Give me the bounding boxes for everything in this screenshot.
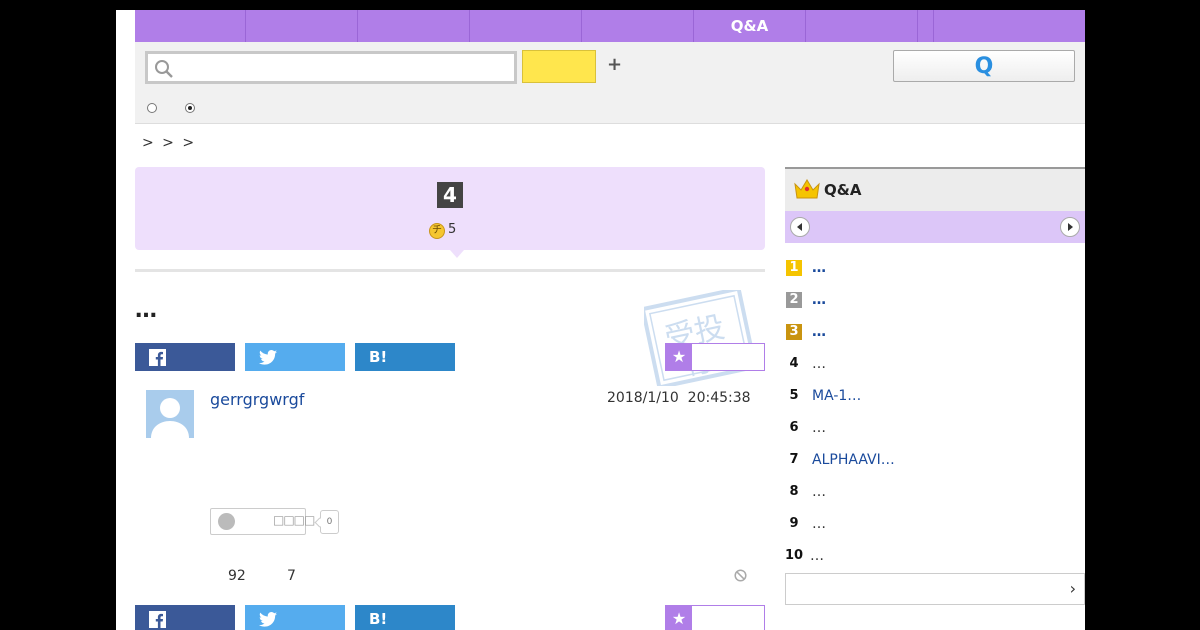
- hatena-bookmark-button-bottom[interactable]: B!: [355, 605, 455, 630]
- username-link[interactable]: gerrgrgwrgf: [210, 390, 304, 409]
- star-icon: ★: [666, 344, 692, 370]
- ranking-pager: [785, 211, 1085, 243]
- ranking-link[interactable]: …: [812, 356, 826, 372]
- ranking-item[interactable]: 9 …: [786, 514, 826, 534]
- ranking-link[interactable]: …: [812, 260, 826, 276]
- question-header: 4 チ 5: [135, 167, 765, 250]
- favorite-button-bottom[interactable]: ★: [665, 605, 765, 630]
- facebook-share-button-bottom[interactable]: [135, 605, 235, 630]
- top-nav: Q&A: [135, 10, 1085, 42]
- breadcrumb: > > >: [142, 135, 197, 151]
- reaction-button[interactable]: □□□□: [210, 508, 315, 535]
- divider: [135, 269, 765, 272]
- ranking-link[interactable]: …: [812, 420, 826, 436]
- ranking-link[interactable]: MA-1…: [812, 388, 861, 404]
- rank-number: 7: [789, 452, 799, 467]
- question-title: …: [135, 298, 157, 323]
- coin-icon: チ: [429, 223, 445, 239]
- ranking-link[interactable]: …: [812, 484, 826, 500]
- hatena-bookmark-button[interactable]: B!: [355, 343, 455, 371]
- ranking-link[interactable]: ALPHAAVI…: [812, 452, 895, 468]
- post-date: 2018/1/10 20:45:38: [607, 390, 751, 406]
- other-count: 7: [287, 568, 296, 584]
- favorite-button[interactable]: ★: [665, 343, 765, 371]
- twitter-icon: [259, 349, 277, 365]
- ranking-more-button[interactable]: ›: [785, 573, 1085, 605]
- ranking-link[interactable]: …: [812, 292, 826, 308]
- hatena-label: B!: [369, 348, 388, 366]
- rank-number: 4: [789, 356, 799, 371]
- search-button[interactable]: [522, 50, 596, 83]
- search-input[interactable]: [178, 56, 508, 80]
- nav-item-4[interactable]: [470, 10, 582, 42]
- reaction-label: □□□□: [273, 513, 315, 527]
- nav-item-5[interactable]: [582, 10, 694, 42]
- stamp-icon: 受投 付: [640, 286, 758, 390]
- reaction-count: 0: [320, 510, 339, 534]
- search-icon: [154, 59, 174, 83]
- ranking-link[interactable]: …: [812, 516, 826, 532]
- twitter-icon: [259, 611, 277, 627]
- ranking-item[interactable]: 5 MA-1…: [786, 386, 861, 406]
- nav-item-3[interactable]: [358, 10, 470, 42]
- nav-item-9[interactable]: [934, 10, 1085, 42]
- rank-number: 2: [786, 292, 802, 308]
- search-box[interactable]: [145, 51, 517, 84]
- coin-value: 5: [448, 222, 457, 237]
- report-icon[interactable]: [734, 567, 747, 586]
- search-options-toggle[interactable]: +: [607, 54, 622, 75]
- star-icon: ★: [666, 606, 692, 630]
- nav-item-qa[interactable]: Q&A: [694, 10, 806, 42]
- crown-icon: [794, 178, 820, 204]
- nav-item-1[interactable]: [135, 10, 246, 42]
- ranking-link[interactable]: …: [812, 324, 826, 340]
- rank-number: 6: [789, 420, 799, 435]
- twitter-share-button-bottom[interactable]: [245, 605, 345, 630]
- twitter-share-button[interactable]: [245, 343, 345, 371]
- ranking-link[interactable]: …: [810, 548, 824, 564]
- nav-item-2[interactable]: [246, 10, 358, 42]
- ranking-item[interactable]: 8 …: [786, 482, 826, 502]
- ranking-item[interactable]: 4 …: [786, 354, 826, 374]
- chevron-right-icon: ›: [1069, 579, 1076, 598]
- rank-number: 8: [789, 484, 799, 499]
- ranking-item[interactable]: 3 …: [786, 322, 826, 342]
- ranking-item[interactable]: 10 …: [784, 546, 824, 566]
- next-arrow-icon[interactable]: [1060, 217, 1080, 237]
- rank-number: 10: [784, 548, 804, 563]
- rank-number: 5: [789, 388, 799, 403]
- facebook-icon: [149, 348, 166, 366]
- ranking-item[interactable]: 1 …: [786, 258, 826, 278]
- ranking-item[interactable]: 7 ALPHAAVI…: [786, 450, 895, 470]
- ask-question-button[interactable]: Q: [893, 50, 1075, 82]
- ranking-title: Q&A: [824, 181, 862, 199]
- search-scope-radio-1[interactable]: [147, 103, 157, 113]
- nav-item-7[interactable]: [806, 10, 918, 42]
- question-header-pointer: [450, 250, 464, 258]
- hatena-label: B!: [369, 610, 388, 628]
- search-scope-radio-2[interactable]: [185, 103, 195, 113]
- answer-count-badge: 4: [437, 182, 463, 208]
- smiley-icon: [218, 513, 235, 530]
- rank-number: 3: [786, 324, 802, 340]
- ask-question-icon: Q: [974, 53, 994, 79]
- facebook-icon: [149, 610, 166, 628]
- rank-number: 1: [786, 260, 802, 276]
- ranking-item[interactable]: 2 …: [786, 290, 826, 310]
- search-bar: + Q: [135, 42, 1085, 124]
- prev-arrow-icon[interactable]: [790, 217, 810, 237]
- nav-item-8[interactable]: [918, 10, 934, 42]
- rank-number: 9: [789, 516, 799, 531]
- facebook-share-button[interactable]: [135, 343, 235, 371]
- view-count: 92: [228, 568, 246, 584]
- ranking-item[interactable]: 6 …: [786, 418, 826, 438]
- avatar[interactable]: [146, 390, 194, 438]
- page: Q&A + Q > > > 4 チ 5 … 受投 B! ★ gerrgrgwrg…: [116, 10, 1085, 630]
- ranking-header: Q&A: [785, 167, 1085, 211]
